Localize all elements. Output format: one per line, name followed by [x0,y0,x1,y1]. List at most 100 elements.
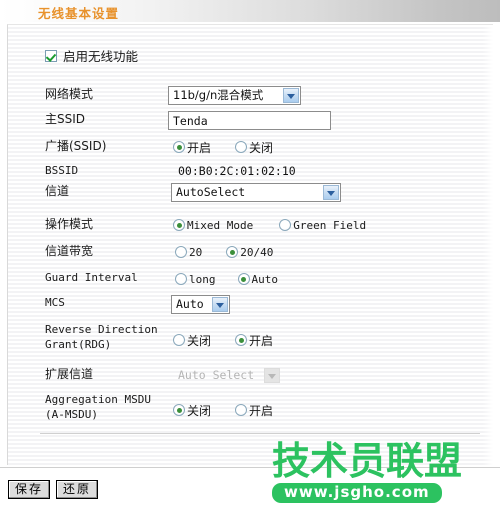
radio-icon-green-field[interactable] [279,219,292,231]
operating-mode-greenfield-label: Green Field [293,218,367,232]
form-divider [40,433,480,434]
network-mode-value: 11b/g/n混合模式 [173,88,264,102]
rdg-enable-label: 开启 [249,333,274,348]
field-channel-bandwidth: 20 20/40 [175,243,285,261]
rdg-disable-label: 关闭 [187,333,212,348]
mcs-value: Auto [176,297,204,311]
channel-select[interactable]: AutoSelect [171,183,341,202]
amsdu-enable-label: 开启 [249,403,274,418]
label-primary-ssid: 主SSID [45,112,86,126]
enable-wireless-row[interactable]: 启用无线功能 [45,46,138,65]
rdg-option-enable[interactable]: 开启 [235,332,273,349]
watermark-url: www.jsgho.com [272,483,442,503]
guard-interval-auto-label: Auto [251,272,279,286]
extension-channel-select: Auto Select [173,366,282,385]
row-primary-ssid: 主SSID [0,111,486,137]
field-primary-ssid [168,111,331,130]
label-channel-bandwidth: 信道带宽 [45,244,94,258]
field-network-mode: 11b/g/n混合模式 [168,86,301,105]
label-amsdu: Aggregation MSDU (A-MSDU) [45,392,151,422]
label-extension-channel: 扩展信道 [45,367,94,381]
chevron-down-icon[interactable] [323,185,339,200]
guard-interval-option-auto[interactable]: Auto [237,272,279,286]
row-ssid-broadcast: 广播(SSID) 开启 关闭 [0,138,486,164]
channel-value: AutoSelect [176,185,246,199]
enable-wireless-checkbox[interactable] [45,49,57,62]
ssid-broadcast-enable-label: 开启 [187,140,212,155]
radio-icon-rdg-enable[interactable] [235,334,248,346]
row-operating-mode: 操作模式 Mixed Mode Green Field [0,216,486,242]
radio-icon-gi-long[interactable] [175,273,187,285]
field-operating-mode: Mixed Mode Green Field [173,216,378,234]
chevron-down-icon[interactable] [212,297,228,312]
label-bssid: BSSID [45,164,79,177]
label-rdg: Reverse Direction Grant(RDG) [45,322,158,352]
row-amsdu: Aggregation MSDU (A-MSDU) 关闭 开启 [0,392,486,426]
amsdu-option-enable[interactable]: 开启 [235,402,273,419]
radio-icon-rdg-disable[interactable] [173,334,185,346]
bssid-value: 00:B0:2C:01:02:10 [178,164,296,178]
label-operating-mode: 操作模式 [45,217,94,231]
label-amsdu-line1: Aggregation MSDU [45,393,151,406]
rdg-option-disable[interactable]: 关闭 [173,332,211,349]
row-extension-channel: 扩展信道 Auto Select [0,366,486,392]
save-button[interactable]: 保存 [8,480,51,499]
channel-bandwidth-20-label: 20 [189,245,203,259]
page-header-bar: 无线基本设置 [0,0,500,22]
radio-icon-enable[interactable] [173,141,185,153]
enable-wireless-label: 启用无线功能 [63,49,139,64]
form-button-bar: 保存 还原 [8,480,99,499]
channel-bandwidth-option-2040[interactable]: 20/40 [226,246,273,259]
field-bssid: 00:B0:2C:01:02:10 [178,164,296,178]
radio-icon-gi-auto[interactable] [237,273,250,285]
field-amsdu: 关闭 开启 [173,401,285,419]
restore-button[interactable]: 还原 [56,480,99,499]
label-amsdu-line2: (A-MSDU) [45,408,98,421]
radio-icon-bw-20[interactable] [175,246,187,258]
row-network-mode: 网络模式 11b/g/n混合模式 [0,86,486,112]
extension-channel-value: Auto Select [178,368,255,382]
amsdu-disable-label: 关闭 [187,403,212,418]
ssid-broadcast-disable-label: 关闭 [249,140,274,155]
label-channel: 信道 [45,184,70,198]
field-extension-channel: Auto Select [173,366,282,385]
label-rdg-line1: Reverse Direction [45,323,158,336]
chevron-down-icon [264,368,280,383]
network-mode-select[interactable]: 11b/g/n混合模式 [168,86,301,105]
page-title: 无线基本设置 [38,6,120,21]
ssid-broadcast-option-disable[interactable]: 关闭 [235,139,273,156]
field-ssid-broadcast: 开启 关闭 [173,138,285,156]
label-guard-interval: Guard Interval [45,271,138,284]
primary-ssid-input[interactable] [168,111,331,130]
row-guard-interval: Guard Interval long Auto [0,270,486,296]
row-mcs: MCS Auto [0,295,486,321]
router-wireless-basic-settings-page: 无线基本设置 启用无线功能 网络模式 11b/g/n混合模式 主SSID 广播(… [0,0,500,513]
field-mcs: Auto [171,295,230,314]
operating-mode-option-mixed[interactable]: Mixed Mode [173,219,253,232]
field-rdg: 关闭 开启 [173,331,285,349]
radio-icon-amsdu-enable[interactable] [235,404,248,416]
ssid-broadcast-option-enable[interactable]: 开启 [173,139,211,156]
radio-icon-bw-2040[interactable] [226,246,239,258]
label-ssid-broadcast: 广播(SSID) [45,139,107,153]
operating-mode-mixed-label: Mixed Mode [187,218,254,232]
field-channel: AutoSelect [171,183,341,202]
row-channel: 信道 AutoSelect [0,183,486,209]
row-channel-bandwidth: 信道带宽 20 20/40 [0,243,486,269]
label-rdg-line2: Grant(RDG) [45,338,112,351]
guard-interval-long-label: long [189,272,216,286]
channel-bandwidth-option-20[interactable]: 20 [175,246,202,259]
chevron-down-icon[interactable] [283,88,299,103]
field-guard-interval: long Auto [175,270,290,288]
amsdu-option-disable[interactable]: 关闭 [173,402,211,419]
radio-icon-amsdu-disable[interactable] [173,404,185,416]
operating-mode-option-greenfield[interactable]: Green Field [279,219,366,232]
radio-icon-mixed-mode[interactable] [173,219,185,231]
row-rdg: Reverse Direction Grant(RDG) 关闭 开启 [0,322,486,356]
footer-divider [0,467,500,468]
guard-interval-option-long[interactable]: long [175,273,216,286]
mcs-select[interactable]: Auto [171,295,230,314]
radio-icon-disable[interactable] [235,141,248,153]
channel-bandwidth-2040-label: 20/40 [240,245,274,259]
label-mcs: MCS [45,296,65,309]
